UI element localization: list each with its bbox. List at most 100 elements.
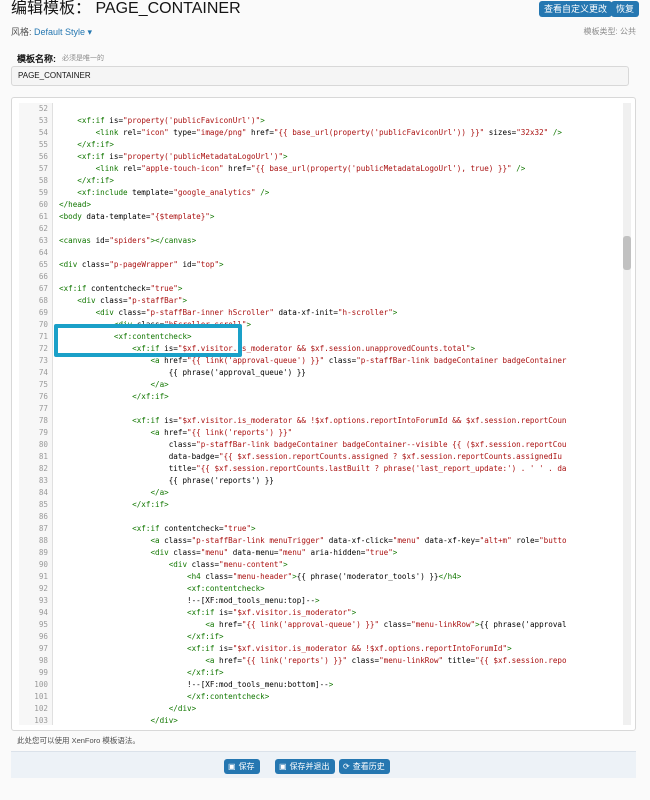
form-footer: ▣ 保存 ▣ 保存并退出 ⟳ 查看历史 <box>11 751 636 778</box>
code-line: 68 <div class="p-staffBar"> <box>19 295 633 307</box>
template-type: 模板类型: 公共 <box>583 27 636 36</box>
code-line: 81 data-badge="{{ $xf.session.reportCoun… <box>19 451 633 463</box>
line-number: 102 <box>34 704 48 713</box>
line-code: <a href="{{ link('approval-queue') }}" c… <box>205 620 567 629</box>
line-number: 98 <box>38 656 48 665</box>
line-code: <xf:if is="property('publicFaviconUrl')"… <box>77 116 265 125</box>
code-line: 57 <link rel="apple-touch-icon" href="{{… <box>19 163 633 175</box>
style-dropdown[interactable]: Default Style ▾ <box>34 27 92 37</box>
line-number: 58 <box>38 176 48 185</box>
code-editor[interactable]: 52 53 <xf:if is="property('publicFaviconU… <box>19 103 633 725</box>
line-code: <xf:if is="$xf.visitor.is_moderator && !… <box>187 644 512 653</box>
line-code: <link rel="apple-touch-icon" href="{{ ba… <box>95 164 526 173</box>
save-and-exit-button[interactable]: ▣ 保存并退出 <box>275 759 335 774</box>
view-custom-changes-button[interactable]: 查看自定义更改 <box>539 1 613 17</box>
line-code: <body data-template="{$template}"> <box>59 212 215 221</box>
line-number: 52 <box>38 104 48 113</box>
line-code: <a href="{{ link('reports') }}" class="m… <box>205 656 567 665</box>
line-code: title="{{ $xf.session.reportCounts.lastB… <box>59 464 567 473</box>
style-label: 风格: <box>11 27 32 37</box>
code-line: 100 !--[XF:mod_tools_menu:bottom]--> <box>19 679 633 691</box>
line-code: </xf:contentcheck> <box>187 692 270 701</box>
line-number: 64 <box>38 248 48 257</box>
line-number: 61 <box>38 212 48 221</box>
line-number: 80 <box>38 440 48 449</box>
line-code: <div class="p-pageWrapper" id="top"> <box>59 260 224 269</box>
view-history-label: 查看历史 <box>352 762 385 771</box>
code-line: 99 </xf:if> <box>19 667 633 679</box>
line-number: 60 <box>38 200 48 209</box>
line-number: 95 <box>38 620 48 629</box>
line-number: 71 <box>38 332 48 341</box>
line-code: <canvas id="spiders"></canvas> <box>59 236 197 245</box>
code-line: 91 <h4 class="menu-header">{{ phrase('mo… <box>19 571 633 583</box>
line-number: 84 <box>38 488 48 497</box>
code-line: 97 <xf:if is="$xf.visitor.is_moderator &… <box>19 643 633 655</box>
line-code: </xf:if> <box>132 500 169 509</box>
line-code: <xf:if is="property('publicMetadataLogoU… <box>77 152 288 161</box>
code-line: 92 <xf:contentcheck> <box>19 583 633 595</box>
code-line: 52 <box>19 103 633 115</box>
line-number: 77 <box>38 404 48 413</box>
code-line: 96 </xf:if> <box>19 631 633 643</box>
line-number: 86 <box>38 512 48 521</box>
code-line: 86 <box>19 511 633 523</box>
save-exit-icon: ▣ <box>279 762 287 771</box>
save-button[interactable]: ▣ 保存 <box>224 759 260 774</box>
code-line: 90 <div class="menu-content"> <box>19 559 633 571</box>
line-number: 69 <box>38 308 48 317</box>
code-line: 94 <xf:if is="$xf.visitor.is_moderator"> <box>19 607 633 619</box>
code-line: 56 <xf:if is="property('publicMetadataLo… <box>19 151 633 163</box>
syntax-hint: 此处您可以使用 XenForo 模板语法。 <box>17 736 140 745</box>
save-label: 保存 <box>238 762 255 771</box>
style-selector: 风格: Default Style ▾ <box>11 25 92 38</box>
line-number: 54 <box>38 128 48 137</box>
line-code: <div class="p-staffBar-inner hScroller" … <box>95 308 398 317</box>
line-code: {{ phrase('reports') }} <box>59 476 274 485</box>
code-line: 82 title="{{ $xf.session.reportCounts.la… <box>19 463 633 475</box>
code-line: 64 <box>19 247 633 259</box>
line-number: 74 <box>38 368 48 377</box>
line-number: 88 <box>38 536 48 545</box>
line-number: 78 <box>38 416 48 425</box>
line-code: </xf:if> <box>132 392 169 401</box>
line-number: 89 <box>38 548 48 557</box>
line-code: <a href="{{ link('reports') }}" <box>150 428 293 437</box>
code-line: 55 </xf:if> <box>19 139 633 151</box>
line-number: 57 <box>38 164 48 173</box>
revert-button[interactable]: 恢复 <box>611 1 640 17</box>
code-line: 63 <canvas id="spiders"></canvas> <box>19 235 633 247</box>
line-number: 55 <box>38 140 48 149</box>
code-line: 77 <box>19 403 633 415</box>
line-number: 59 <box>38 188 48 197</box>
template-name-input[interactable]: PAGE_CONTAINER <box>11 66 629 86</box>
line-number: 97 <box>38 644 48 653</box>
code-line: 98 <a href="{{ link('reports') }}" class… <box>19 655 633 667</box>
line-number: 67 <box>38 284 48 293</box>
code-line: 69 <div class="p-staffBar-inner hScrolle… <box>19 307 633 319</box>
line-code: </div> <box>168 704 197 713</box>
line-code: <xf:if contentcheck="true"> <box>59 284 183 293</box>
line-number: 92 <box>38 584 48 593</box>
line-code: <h4 class="menu-header">{{ phrase('moder… <box>187 572 462 581</box>
line-number: 75 <box>38 380 48 389</box>
editor-scroll-thumb[interactable] <box>623 236 631 270</box>
template-name-label: 模板名称: <box>17 54 56 64</box>
code-line: 60 </head> <box>19 199 633 211</box>
line-number: 72 <box>38 344 48 353</box>
code-line: 59 <xf:include template="google_analytic… <box>19 187 633 199</box>
page-header: 编辑模板： PAGE_CONTAINER 查看自定义更改 恢复 <box>0 0 650 24</box>
line-number: 100 <box>34 680 48 689</box>
code-line: 54 <link rel="icon" type="image/png" hre… <box>19 127 633 139</box>
code-line: 53 <xf:if is="property('publicFaviconUrl… <box>19 115 633 127</box>
line-number: 63 <box>38 236 48 245</box>
line-code: </xf:if> <box>187 668 224 677</box>
line-code: data-badge="{{ $xf.session.reportCounts.… <box>59 452 562 461</box>
line-number: 101 <box>34 692 48 701</box>
code-line: 58 </xf:if> <box>19 175 633 187</box>
editor-scrollbar[interactable] <box>623 103 631 725</box>
code-line: 80 class="p-staffBar-link badgeContainer… <box>19 439 633 451</box>
page-title: 编辑模板： PAGE_CONTAINER <box>11 0 241 17</box>
view-history-button[interactable]: ⟳ 查看历史 <box>339 759 390 774</box>
line-number: 73 <box>38 356 48 365</box>
